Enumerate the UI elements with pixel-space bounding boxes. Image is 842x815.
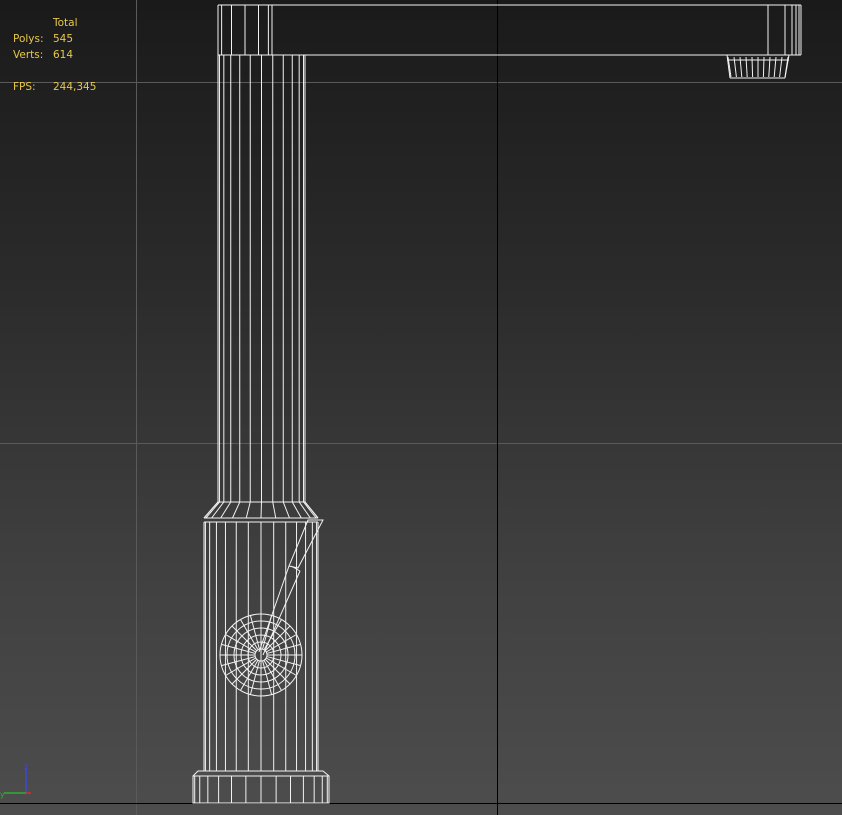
- z-axis-label: z: [24, 762, 28, 771]
- axis-gizmo-icon: z y: [0, 762, 31, 799]
- verts-label: Verts:: [13, 49, 44, 61]
- stats-overlay: Total Polys: 545 Verts: 614 FPS: 244,345: [13, 15, 96, 95]
- stats-header: Total: [53, 17, 78, 29]
- polys-label: Polys:: [13, 33, 44, 45]
- world-axes: [0, 0, 842, 815]
- fps-label: FPS:: [13, 81, 36, 93]
- polys-value: 545: [53, 33, 74, 45]
- faucet-wireframe[interactable]: [0, 0, 842, 815]
- grid-lines: [0, 0, 842, 815]
- viewport[interactable]: Total Polys: 545 Verts: 614 FPS: 244,345 z …: [0, 0, 842, 815]
- y-axis-label: y: [0, 790, 5, 799]
- verts-value: 614: [53, 49, 74, 61]
- fps-value: 244,345: [53, 81, 97, 93]
